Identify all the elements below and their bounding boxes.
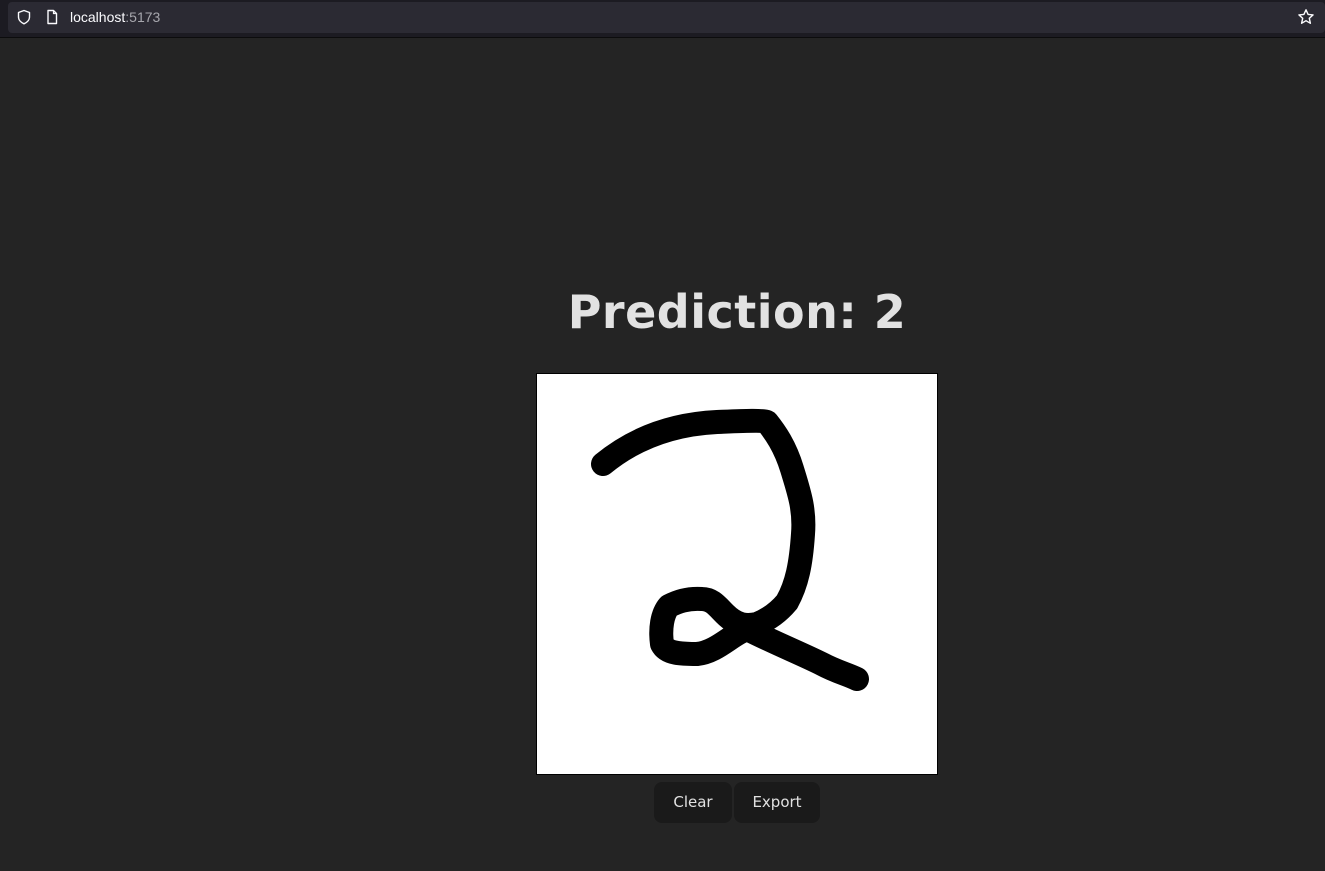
drawing-canvas[interactable] [536, 373, 938, 775]
page-icon[interactable] [44, 9, 60, 25]
export-button[interactable]: Export [734, 782, 820, 823]
prediction-heading: Prediction: 2 [567, 285, 907, 339]
bookmark-star-icon[interactable] [1297, 8, 1315, 26]
url-text[interactable]: localhost:5173 [70, 9, 160, 26]
shield-icon[interactable] [16, 9, 32, 25]
address-bar[interactable] [8, 2, 1325, 33]
handwritten-digit-drawing[interactable] [537, 374, 937, 774]
url-host: localhost [70, 9, 126, 25]
url-port: :5173 [125, 9, 161, 25]
browser-toolbar: localhost:5173 [0, 0, 1325, 38]
digit-stroke [591, 408, 869, 691]
clear-button[interactable]: Clear [654, 782, 732, 823]
